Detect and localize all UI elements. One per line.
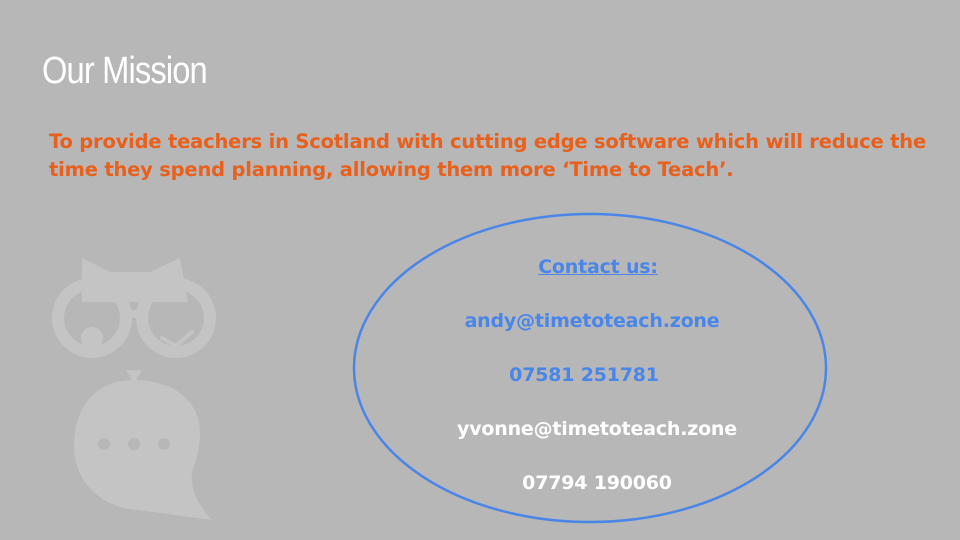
owl-logo-icon xyxy=(52,258,217,520)
phone-yvonne[interactable]: 07794 190060 xyxy=(522,472,672,494)
slide: Our Mission To provide teachers in Scotl… xyxy=(0,0,960,540)
email-andy[interactable]: andy@timetoteach.zone xyxy=(465,310,720,332)
slide-title: Our Mission xyxy=(42,50,208,92)
contact-heading[interactable]: Contact us: xyxy=(538,256,658,278)
mission-statement: To provide teachers in Scotland with cut… xyxy=(49,130,926,181)
phone-andy[interactable]: 07581 251781 xyxy=(509,364,659,386)
email-yvonne[interactable]: yvonne@timetoteach.zone xyxy=(457,418,737,440)
